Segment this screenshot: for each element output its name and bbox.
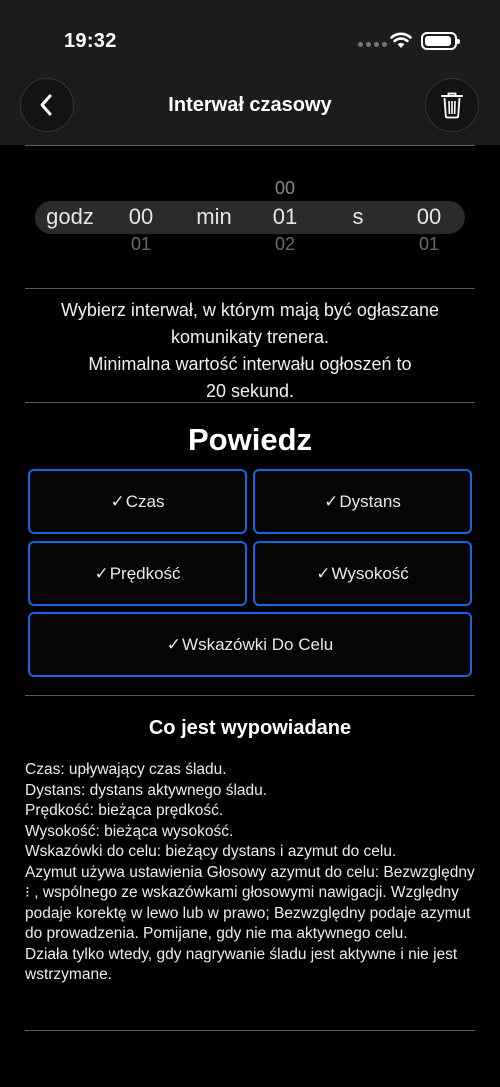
status-time: 19:32 <box>64 30 117 52</box>
minutes-wheel-next[interactable]: 02 <box>259 234 311 252</box>
description-line: Wskazówki do celu: bieżący dystans i azy… <box>25 843 397 860</box>
navigation-bar: Interwał czasowy <box>0 70 500 145</box>
divider <box>25 402 475 403</box>
description-line: Wysokość: bieżąca wysokość. <box>25 822 234 840</box>
description-line: Dystans: dystans aktywnego śladu. <box>25 781 268 799</box>
description-line: Wybierz interwał, w którym mają być ogła… <box>61 300 439 320</box>
cellular-signal-icon <box>358 42 387 47</box>
toggle-speed-button[interactable]: ✓ Prędkość <box>28 541 247 606</box>
minutes-label: min <box>196 204 232 229</box>
description-line: Czas: upływający czas śladu. <box>25 761 227 778</box>
what-is-spoken-description: Czas: upływający czas śladu. Dystans: dy… <box>25 760 480 986</box>
toggle-distance-button[interactable]: ✓ Dystans <box>253 469 472 534</box>
divider <box>25 145 475 146</box>
checkmark-icon: ✓ <box>324 491 339 511</box>
description-line: 20 sekund. <box>205 381 295 401</box>
description-line: Minimalna wartość interwału ogłoszeń to <box>88 354 412 374</box>
checkmark-icon: ✓ <box>316 563 331 583</box>
seconds-wheel-next[interactable]: 01 <box>403 234 455 252</box>
checkmark-icon: ✓ <box>110 491 125 511</box>
trash-icon <box>441 92 463 119</box>
option-label: Dystans <box>339 491 401 511</box>
wifi-icon <box>390 32 412 48</box>
hours-wheel-next[interactable]: 01 <box>115 234 167 252</box>
checkmark-icon: ✓ <box>94 563 109 583</box>
checkmark-icon: ✓ <box>166 634 182 654</box>
toggle-target-guidance-button[interactable]: ✓ Wskazówki Do Celu <box>28 612 472 677</box>
seconds-label: s <box>352 204 364 229</box>
delete-button[interactable] <box>425 78 479 132</box>
description-line: Działa tylko wtedy, gdy nagrywanie śladu… <box>25 945 458 984</box>
minutes-wheel-prev[interactable]: 00 <box>259 178 311 199</box>
divider <box>25 695 475 696</box>
minutes-wheel-value[interactable]: 01 <box>259 204 311 230</box>
option-label: Prędkość <box>109 563 181 583</box>
battery-icon <box>421 32 460 50</box>
description-line: komunikaty trenera. <box>170 327 330 347</box>
option-label: Wysokość <box>331 563 409 583</box>
what-is-spoken-title: Co jest wypowiadane <box>148 717 352 739</box>
seconds-wheel-value[interactable]: 00 <box>403 204 455 230</box>
status-bar: 19:32 <box>0 0 500 70</box>
toggle-time-button[interactable]: ✓ Czas <box>28 469 247 534</box>
hours-wheel-value[interactable]: 00 <box>115 204 167 230</box>
toggle-altitude-button[interactable]: ✓ Wysokość <box>253 541 472 606</box>
divider <box>25 1030 475 1031</box>
description-line: Prędkość: bieżąca prędkość. <box>25 802 224 819</box>
option-label: Wskazówki Do Celu <box>182 634 334 654</box>
interval-picker[interactable]: godz 00 01 min 00 01 02 s 00 01 <box>0 170 500 260</box>
back-button[interactable] <box>20 78 74 132</box>
option-label: Czas <box>125 491 165 511</box>
hours-label: godz <box>46 204 94 229</box>
interval-description: Wybierz interwał, w którym mają być ogła… <box>20 297 480 405</box>
divider <box>25 288 475 289</box>
chevron-left-icon <box>40 94 52 116</box>
description-line: Azymut używa ustawienia Głosowy azymut d… <box>25 863 475 943</box>
say-section-title: Powiedz <box>187 422 312 457</box>
